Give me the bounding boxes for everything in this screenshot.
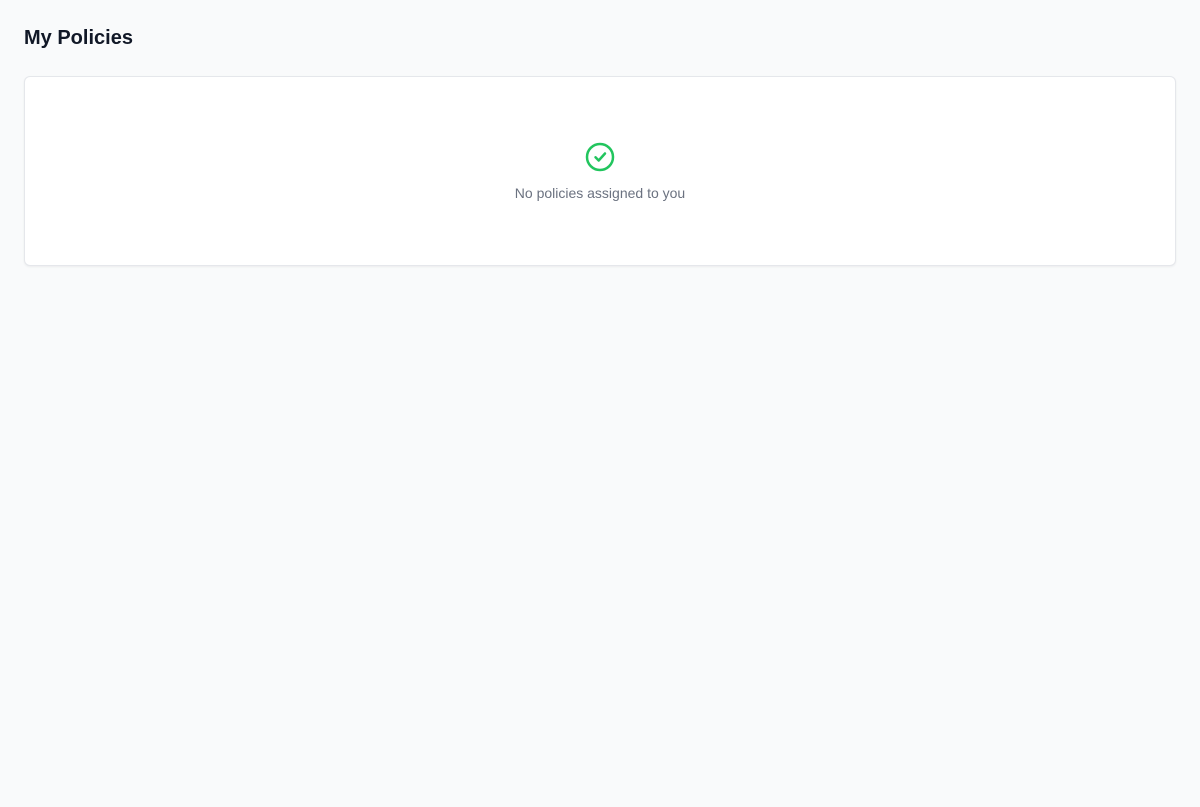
page-title: My Policies <box>24 27 133 49</box>
policies-page: My Policies No policies assigned to you <box>24 24 1176 266</box>
policies-card: No policies assigned to you <box>24 76 1176 266</box>
empty-state: No policies assigned to you <box>25 141 1175 203</box>
empty-state-message: No policies assigned to you <box>514 185 686 201</box>
check-circle-icon <box>584 141 616 173</box>
